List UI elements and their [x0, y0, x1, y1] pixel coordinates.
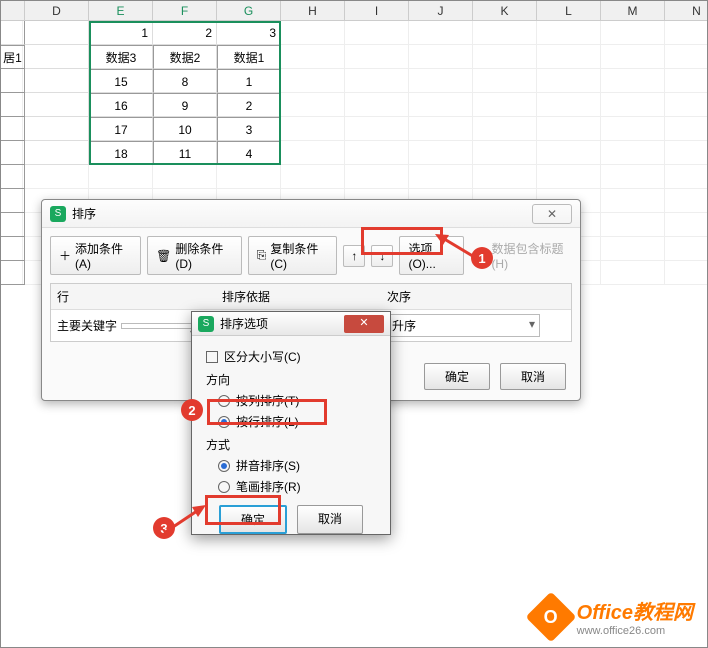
by-column-radio[interactable] [218, 395, 230, 407]
cell[interactable]: 8 [153, 69, 217, 93]
aux-2: 2 [153, 21, 217, 45]
cell[interactable]: 2 [217, 93, 281, 117]
primary-key-label: 主要关键字 [57, 317, 117, 334]
pinyin-radio[interactable] [218, 460, 230, 472]
watermark-icon: O [525, 591, 576, 642]
order-dropdown[interactable]: 升序 [387, 314, 540, 337]
hdr-col1: 数据3 [89, 45, 153, 69]
options-cancel-button[interactable]: 取消 [297, 505, 363, 534]
col-n: N [665, 1, 708, 20]
badge-3: 3 [153, 517, 175, 539]
col-f: F [153, 1, 217, 20]
col-g: G [217, 1, 281, 20]
by-row-radio[interactable] [218, 416, 230, 428]
options-dialog-title: 排序选项 [220, 315, 268, 332]
aux-3: 3 [217, 21, 281, 45]
options-close-button[interactable]: ✕ [344, 315, 384, 333]
sort-col-header-order: 次序 [381, 284, 546, 309]
sort-col-header-row: 行 [51, 284, 216, 309]
cell[interactable]: 18 [89, 141, 153, 165]
grid[interactable]: 1 2 3 居1 数据3 数据2 数据1 15 8 1 [1, 21, 707, 285]
cell[interactable]: 3 [217, 117, 281, 141]
case-sensitive-label: 区分大小写(C) [224, 348, 301, 365]
badge-2: 2 [181, 399, 203, 421]
col-h: H [281, 1, 345, 20]
col-i: I [345, 1, 409, 20]
cell[interactable]: 16 [89, 93, 153, 117]
cell[interactable]: 10 [153, 117, 217, 141]
stroke-radio[interactable] [218, 481, 230, 493]
app-icon: S [198, 316, 214, 332]
hdr-col2: 数据2 [153, 45, 217, 69]
options-ok-button[interactable]: 确定 [219, 505, 287, 534]
direction-group-label: 方向 [206, 371, 376, 388]
partial-header: 居1 [1, 45, 25, 69]
sort-cancel-button[interactable]: 取消 [500, 363, 566, 390]
hdr-col3: 数据1 [217, 45, 281, 69]
col-j: J [409, 1, 473, 20]
watermark-brand: Office教程网 [577, 596, 693, 625]
by-row-label: 按行排序(L) [236, 413, 299, 430]
key-dropdown[interactable] [121, 323, 201, 329]
col-d: D [25, 1, 89, 20]
cell[interactable]: 17 [89, 117, 153, 141]
col-e: E [89, 1, 153, 20]
pinyin-label: 拼音排序(S) [236, 457, 300, 474]
column-headers[interactable]: D E F G H I J K L M N [1, 1, 707, 21]
cell[interactable]: 4 [217, 141, 281, 165]
aux-1: 1 [89, 21, 153, 45]
sort-col-header-basis: 排序依据 [216, 284, 381, 309]
cell[interactable]: 11 [153, 141, 217, 165]
sort-ok-button[interactable]: 确定 [424, 363, 490, 390]
method-group-label: 方式 [206, 436, 376, 453]
cell[interactable]: 9 [153, 93, 217, 117]
cell[interactable]: 1 [217, 69, 281, 93]
sort-options-dialog: S 排序选项 ✕ 区分大小写(C) 方向 按列排序(T) 按行排序(L) 方式 … [191, 311, 391, 535]
stroke-label: 笔画排序(R) [236, 478, 301, 495]
by-column-label: 按列排序(T) [236, 392, 299, 409]
col-m: M [601, 1, 665, 20]
watermark-url: www.office26.com [577, 625, 693, 637]
cell[interactable]: 15 [89, 69, 153, 93]
col-l: L [537, 1, 601, 20]
watermark: O Office教程网 www.office26.com [533, 596, 693, 637]
case-sensitive-checkbox[interactable] [206, 351, 218, 363]
col-k: K [473, 1, 537, 20]
